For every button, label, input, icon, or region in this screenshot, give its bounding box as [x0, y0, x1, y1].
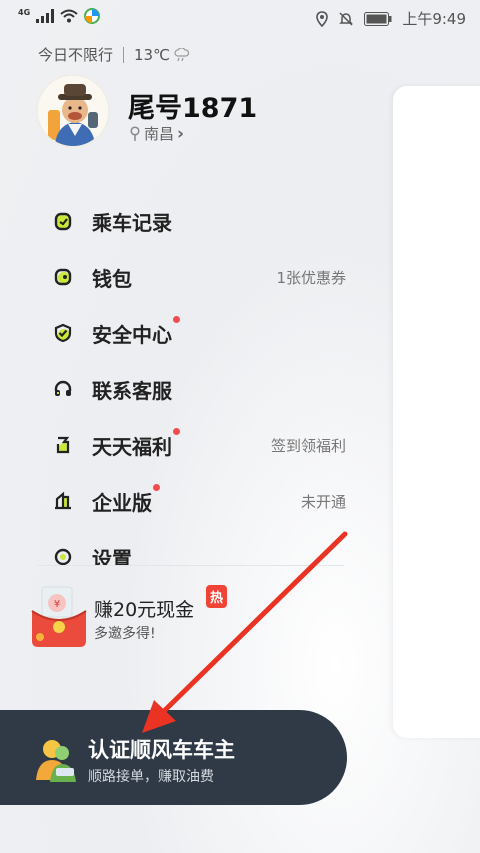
menu-item-safety-center[interactable]: 安全中心 — [52, 305, 352, 361]
driver-avatar-icon — [36, 740, 76, 782]
menu-item-customer-service[interactable]: 联系客服 — [52, 361, 352, 417]
promo-title: 赚20元现金 — [94, 599, 195, 621]
menu-label: 联系客服 — [92, 378, 172, 403]
invite-promo[interactable]: ¥ 赚20元现金 热 多邀多得! — [30, 585, 350, 651]
promo-subtitle: 多邀多得! — [94, 626, 156, 642]
headset-icon — [52, 378, 74, 400]
driver-certification-banner[interactable]: 认证顺风车车主 顺路接单，赚取油费 — [0, 710, 347, 805]
signal-icon — [36, 9, 55, 23]
location-pin-icon — [130, 125, 140, 141]
menu-label: 乘车记录 — [92, 210, 172, 235]
main-content-peek[interactable] — [393, 86, 480, 738]
divider — [123, 46, 125, 63]
banner-subtitle: 顺路接单，赚取油费 — [88, 769, 214, 785]
building-icon — [52, 490, 74, 512]
label-text: 企业版 — [92, 490, 152, 515]
clock-time: 上午9:49 — [402, 10, 466, 28]
label-text: 天天福利 — [92, 434, 172, 459]
status-bar: 4G 上午9:49 — [0, 0, 480, 34]
shield-check-icon — [52, 322, 74, 344]
red-dot-badge — [173, 427, 180, 435]
gift-icon — [52, 434, 74, 456]
settings-icon — [52, 546, 74, 565]
network-type: 4G — [18, 8, 31, 17]
location-icon — [316, 10, 329, 27]
avatar[interactable] — [36, 74, 110, 148]
hot-badge: 热 — [206, 585, 228, 608]
enterprise-status: 未开通 — [300, 492, 346, 511]
wallet-icon — [52, 266, 74, 288]
red-dot-badge — [173, 315, 180, 323]
mute-bell-icon — [339, 11, 354, 26]
trip-record-icon — [52, 210, 74, 232]
menu-label: 设置 — [92, 546, 132, 566]
battery-icon — [364, 11, 392, 26]
menu-label: 天天福利 — [92, 427, 180, 460]
app-notification-icon — [84, 8, 101, 24]
temperature-text: 13℃ — [134, 45, 170, 64]
red-envelope-icon: ¥ — [31, 586, 87, 647]
restriction-text: 今日不限行 — [38, 46, 114, 64]
menu-item-daily-benefits[interactable]: 天天福利 签到领福利 — [52, 417, 352, 473]
menu-label: 钱包 — [92, 266, 132, 291]
menu-item-enterprise[interactable]: 企业版 未开通 — [52, 473, 352, 529]
banner-title: 认证顺风车车主 — [88, 738, 235, 762]
menu-divider — [38, 565, 344, 566]
city-selector[interactable]: 南昌 › — [129, 123, 184, 144]
chevron-right-icon: › — [177, 123, 185, 144]
coupon-count: 1张优惠券 — [276, 268, 346, 287]
user-title[interactable]: 尾号1871 — [128, 86, 257, 125]
wifi-icon — [60, 9, 78, 23]
cloud-rain-icon — [174, 47, 190, 61]
checkin-hint: 签到领福利 — [270, 436, 346, 455]
menu-label: 企业版 — [92, 483, 160, 516]
label-text: 安全中心 — [92, 322, 172, 347]
menu-item-settings[interactable]: 设置 — [52, 529, 352, 565]
city-name: 南昌 — [144, 125, 175, 143]
menu-item-trip-record[interactable]: 乘车记录 — [52, 193, 352, 249]
red-dot-badge — [153, 483, 160, 491]
menu-label: 安全中心 — [92, 315, 180, 348]
traffic-weather-line: 今日不限行 13℃ — [38, 44, 190, 65]
side-menu: 乘车记录 钱包 1张优惠券 安全中心 联系客服 天天福利 签到领福利 企业版 未… — [52, 193, 352, 565]
menu-item-wallet[interactable]: 钱包 1张优惠券 — [52, 249, 352, 305]
svg-text:¥: ¥ — [54, 599, 60, 610]
